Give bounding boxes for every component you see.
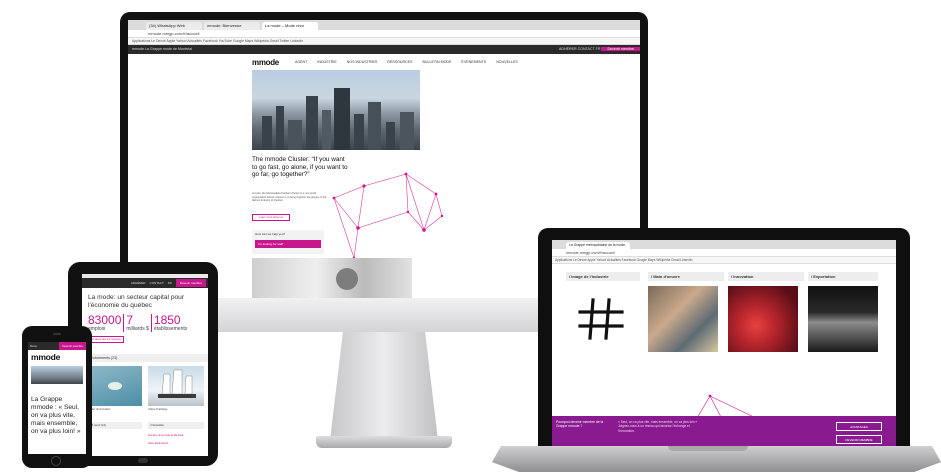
membership-band: Pourquoi devenir membre de la Grappe mmo… [552,416,896,446]
become-member-button[interactable]: Devenir membre [601,47,640,51]
stat-item: 83000 emplois [88,314,121,332]
phone-tagline: La Grappe mmode : « Seul, on va plus vit… [31,396,81,435]
stat-number: 83000 [88,313,122,327]
news-link[interactable]: Salon Mode Export [148,442,168,445]
news-header[interactable]: / Nouvelles [148,422,204,429]
imac-tab[interactable]: mmode: Bienvenue [204,22,260,30]
montreal-skyline-photo [252,70,420,150]
nav-item[interactable]: BULLETIN MODE [422,60,451,64]
help-label: How can we help you? [255,232,286,236]
tablet-home-indicator[interactable] [138,458,148,463]
intro-paragraph: mmode, the Metropolitan Fashion Cluster … [252,192,327,203]
phone-speaker [53,333,61,335]
tablet-screen: ADHÉRER CONTACT FR Devenir membre La mod… [82,274,208,456]
economy-heading: La mode: un secteur capital pour l'écono… [88,294,185,309]
membership-answer: « Seul, on va plus vite, mais ensemble, … [618,420,698,433]
category-innovation[interactable]: / Innovation [728,272,804,281]
topbar-left: mmode La Grappe mode de Montréal [132,47,192,51]
category-exportation[interactable]: / Exportation [808,272,878,281]
become-member-button[interactable]: DEVENIR MEMBRE [836,435,882,444]
nav-item[interactable]: RESSOURCES [387,60,412,64]
nav-item[interactable]: NOS INDUSTRIES [347,60,378,64]
mmode-logo[interactable]: mmode [252,58,279,67]
laptop-bookmarks-bar[interactable]: Applications Le Devoir Apple Yahoo! Actu… [552,257,896,264]
membership-question: Pourquoi devenir membre de la Grappe mmo… [556,420,604,429]
stat-label: établissements [153,326,188,332]
imac-tab-active[interactable]: La mode – Mode rézo [262,22,318,30]
phone-home-button[interactable] [51,456,61,466]
nav-item[interactable]: NOUVELLES [496,60,518,64]
imac-site-topbar: mmode La Grappe mode de Montréal ADHÉRER… [128,45,640,54]
workshop-photo[interactable] [648,286,718,352]
topbar-links[interactable]: ADHÉRER CONTACT FR [559,47,600,51]
stats-row: 83000 emplois 7 milliards $ 1850 établis… [88,314,187,332]
category-image-industrie[interactable]: / Image de l'industrie [566,272,640,281]
phone-screen: Menu Devenir membre mmode La Grappe mmod… [28,342,86,454]
topbar-link[interactable]: FR [168,281,172,285]
event-photo-bird[interactable] [88,366,142,406]
site-main-nav: mmode AGENT INDUSTRIE NOS INDUSTRIES RES… [128,54,640,70]
innovation-photo[interactable] [728,286,798,352]
phone-site-topbar: Menu Devenir membre [28,342,86,350]
upcoming-header[interactable]: / À venir (12) [88,422,142,429]
stat-label: milliards $ [126,326,149,332]
nav-item[interactable]: AGENT [295,60,307,64]
tall-ship-icon [158,369,196,398]
learn-more-button[interactable]: Learn more about us [252,214,290,221]
stat-number: 1850 [153,313,181,327]
hashtag-logo-icon [578,298,624,340]
phone-hero-photo [31,366,83,384]
laptop-tab-bar: La Grappe métropolitaine de la mode [552,240,896,249]
imac-tab[interactable]: (34) WhatsApp Web [146,22,202,30]
stat-item: 7 milliards $ [123,314,149,332]
help-dropdown[interactable]: I'm looking for staff [255,240,321,248]
category-main-oeuvre[interactable]: / Main d'oeuvre [648,272,724,281]
tablet-site-topbar: ADHÉRER CONTACT FR Devenir membre [82,278,208,288]
event-photo-ship[interactable] [148,366,204,406]
photo-strip [252,258,412,298]
topbar-link[interactable]: ADHÉRER [131,281,146,285]
laptop-address-bar[interactable]: mmode.mmgp.com/fr/accueil [552,249,896,257]
stat-number: 7 [126,313,134,327]
nav-item[interactable]: ÉVÉNEMENTS [461,60,486,64]
laptop-screen: La Grappe métropolitaine de la mode mmod… [552,240,896,446]
imac-bookmarks-bar[interactable]: Applications Le Devoir Apple Yahoo! Actu… [128,38,640,45]
menu-button[interactable]: Menu [30,344,37,348]
advantages-button[interactable]: AVANTAGES [836,422,882,431]
help-box: How can we help you? I'm looking for sta… [252,230,324,254]
become-member-button[interactable]: Devenir membre [175,279,206,287]
export-skyline-photo[interactable] [808,286,878,352]
news-link[interactable]: Semaine de la mode de Montréal [148,434,183,437]
laptop-tab[interactable]: La Grappe métropolitaine de la mode [566,242,630,249]
device-mockup-scene: (34) WhatsApp Web mmode: Bienvenue La mo… [0,0,941,472]
mmode-logo[interactable]: mmode [31,352,60,362]
imac-address-bar[interactable]: mmode.mmgp.com/fr/accueil [128,30,640,38]
become-member-button[interactable]: Devenir membre [59,342,86,350]
imac-stand [330,332,438,440]
imac-stand-foot [316,436,452,448]
event-caption: Voiles d'Héritage [148,408,168,411]
imac-tab-bar: (34) WhatsApp Web mmode: Bienvenue La mo… [128,20,640,30]
industry-more-button[interactable]: En savoir plus sur l'industrie [88,336,124,343]
laptop-notch [668,446,748,451]
topbar-link[interactable]: CONTACT [150,281,164,285]
stat-item: 1850 établissements [150,313,188,332]
nav-item[interactable]: INDUSTRIE [317,60,336,64]
events-bar[interactable]: / Événements (23) [82,354,208,362]
